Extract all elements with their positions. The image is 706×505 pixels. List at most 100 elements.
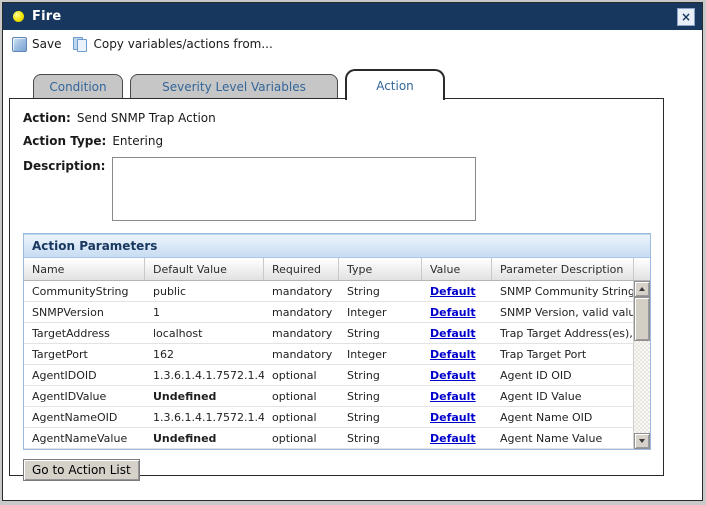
vertical-scrollbar[interactable]: [633, 281, 650, 449]
column-header-parameter-description[interactable]: Parameter Description: [492, 258, 633, 280]
close-icon: [681, 11, 691, 23]
action-type-row: Action Type: Entering: [23, 134, 650, 148]
floppy-disk-icon: [12, 37, 27, 52]
action-type-value: Entering: [112, 134, 163, 148]
column-header-type[interactable]: Type: [339, 258, 422, 280]
scrollbar-thumb[interactable]: [634, 297, 650, 341]
param-required: mandatory: [264, 323, 339, 343]
scrollbar-track[interactable]: [634, 297, 650, 433]
param-default-value: 1: [145, 302, 264, 322]
default-link[interactable]: Default: [430, 306, 476, 319]
copy-label: Copy variables/actions from...: [93, 37, 272, 51]
param-table-header: Name Default Value Required Type Value P…: [24, 258, 650, 281]
save-button[interactable]: Save: [12, 37, 61, 52]
go-to-action-list-button[interactable]: Go to Action List: [23, 459, 140, 481]
default-link[interactable]: Default: [430, 369, 476, 382]
title-bar: Fire: [3, 3, 702, 30]
param-value-cell: Default: [422, 407, 492, 427]
scroll-up-button[interactable]: [634, 281, 650, 297]
param-default-value: public: [145, 281, 264, 301]
param-type: String: [339, 386, 422, 406]
param-type: Integer: [339, 302, 422, 322]
tab-condition[interactable]: Condition: [33, 74, 123, 99]
fire-icon: [13, 11, 24, 22]
scroll-down-button[interactable]: [634, 433, 650, 449]
action-type-label: Action Type:: [23, 134, 106, 148]
description-label: Description:: [23, 157, 100, 173]
table-row: SNMPVersion 1 mandatory Integer Default …: [24, 302, 633, 323]
table-row: AgentNameValue Undefined optional String…: [24, 428, 633, 449]
param-name: SNMPVersion: [24, 302, 145, 322]
description-textarea[interactable]: [112, 157, 476, 221]
param-table-body: CommunityString public mandatory String …: [24, 281, 633, 449]
param-required: optional: [264, 428, 339, 448]
param-name: AgentIDOID: [24, 365, 145, 385]
copy-variables-button[interactable]: Copy variables/actions from...: [73, 37, 272, 52]
param-type: String: [339, 365, 422, 385]
param-description: Agent Name Value: [492, 428, 633, 448]
table-row: TargetAddress localhost mandatory String…: [24, 323, 633, 344]
screen-background: Fire Save Copy variables/actions from...…: [0, 0, 706, 505]
param-value-cell: Default: [422, 323, 492, 343]
param-description: Agent ID OID: [492, 365, 633, 385]
param-value-cell: Default: [422, 428, 492, 448]
param-required: mandatory: [264, 281, 339, 301]
window-title: Fire: [32, 9, 61, 24]
column-header-name[interactable]: Name: [24, 258, 145, 280]
param-name: TargetPort: [24, 344, 145, 364]
param-value-cell: Default: [422, 386, 492, 406]
table-row: AgentIDOID 1.3.6.1.4.1.7572.1.4.3 option…: [24, 365, 633, 386]
param-required: mandatory: [264, 344, 339, 364]
param-type: String: [339, 407, 422, 427]
action-parameters-panel: Action Parameters Name Default Value Req…: [23, 233, 651, 450]
column-header-required[interactable]: Required: [264, 258, 339, 280]
param-required: optional: [264, 386, 339, 406]
param-default-value: Undefined: [145, 428, 264, 448]
param-default-value: 162: [145, 344, 264, 364]
toolbar: Save Copy variables/actions from...: [3, 30, 702, 58]
action-value: Send SNMP Trap Action: [77, 111, 216, 125]
param-name: AgentNameOID: [24, 407, 145, 427]
action-parameters-title: Action Parameters: [24, 234, 650, 258]
default-link[interactable]: Default: [430, 432, 476, 445]
action-row: Action: Send SNMP Trap Action: [23, 111, 650, 125]
param-default-value: 1.3.6.1.4.1.7572.1.4.4: [145, 407, 264, 427]
default-link[interactable]: Default: [430, 327, 476, 340]
default-link[interactable]: Default: [430, 348, 476, 361]
param-value-cell: Default: [422, 344, 492, 364]
description-row: Description:: [23, 157, 650, 221]
param-description: Agent ID Value: [492, 386, 633, 406]
param-default-value: 1.3.6.1.4.1.7572.1.4.3: [145, 365, 264, 385]
param-value-cell: Default: [422, 365, 492, 385]
column-header-value[interactable]: Value: [422, 258, 492, 280]
param-type: String: [339, 323, 422, 343]
action-label: Action:: [23, 111, 71, 125]
close-button[interactable]: [677, 8, 695, 26]
param-description: Agent Name OID: [492, 407, 633, 427]
tab-action[interactable]: Action: [345, 69, 445, 100]
param-name: TargetAddress: [24, 323, 145, 343]
param-description: SNMP Community String: [492, 281, 633, 301]
tab-severity-level-variables[interactable]: Severity Level Variables: [130, 74, 338, 99]
param-description: Trap Target Port: [492, 344, 633, 364]
column-header-default-value[interactable]: Default Value: [145, 258, 264, 280]
param-value-cell: Default: [422, 302, 492, 322]
param-name: CommunityString: [24, 281, 145, 301]
param-required: optional: [264, 407, 339, 427]
param-name: AgentNameValue: [24, 428, 145, 448]
save-label: Save: [32, 37, 61, 51]
default-link[interactable]: Default: [430, 411, 476, 424]
column-header-filler: [633, 258, 650, 280]
default-link[interactable]: Default: [430, 390, 476, 403]
table-row: CommunityString public mandatory String …: [24, 281, 633, 302]
table-row: AgentIDValue Undefined optional String D…: [24, 386, 633, 407]
param-name: AgentIDValue: [24, 386, 145, 406]
param-required: optional: [264, 365, 339, 385]
default-link[interactable]: Default: [430, 285, 476, 298]
action-tab-content: Action: Send SNMP Trap Action Action Typ…: [9, 98, 664, 476]
arrow-down-icon: [639, 439, 645, 443]
copy-pages-icon: [73, 37, 88, 52]
param-required: mandatory: [264, 302, 339, 322]
param-value-cell: Default: [422, 281, 492, 301]
table-row: AgentNameOID 1.3.6.1.4.1.7572.1.4.4 opti…: [24, 407, 633, 428]
